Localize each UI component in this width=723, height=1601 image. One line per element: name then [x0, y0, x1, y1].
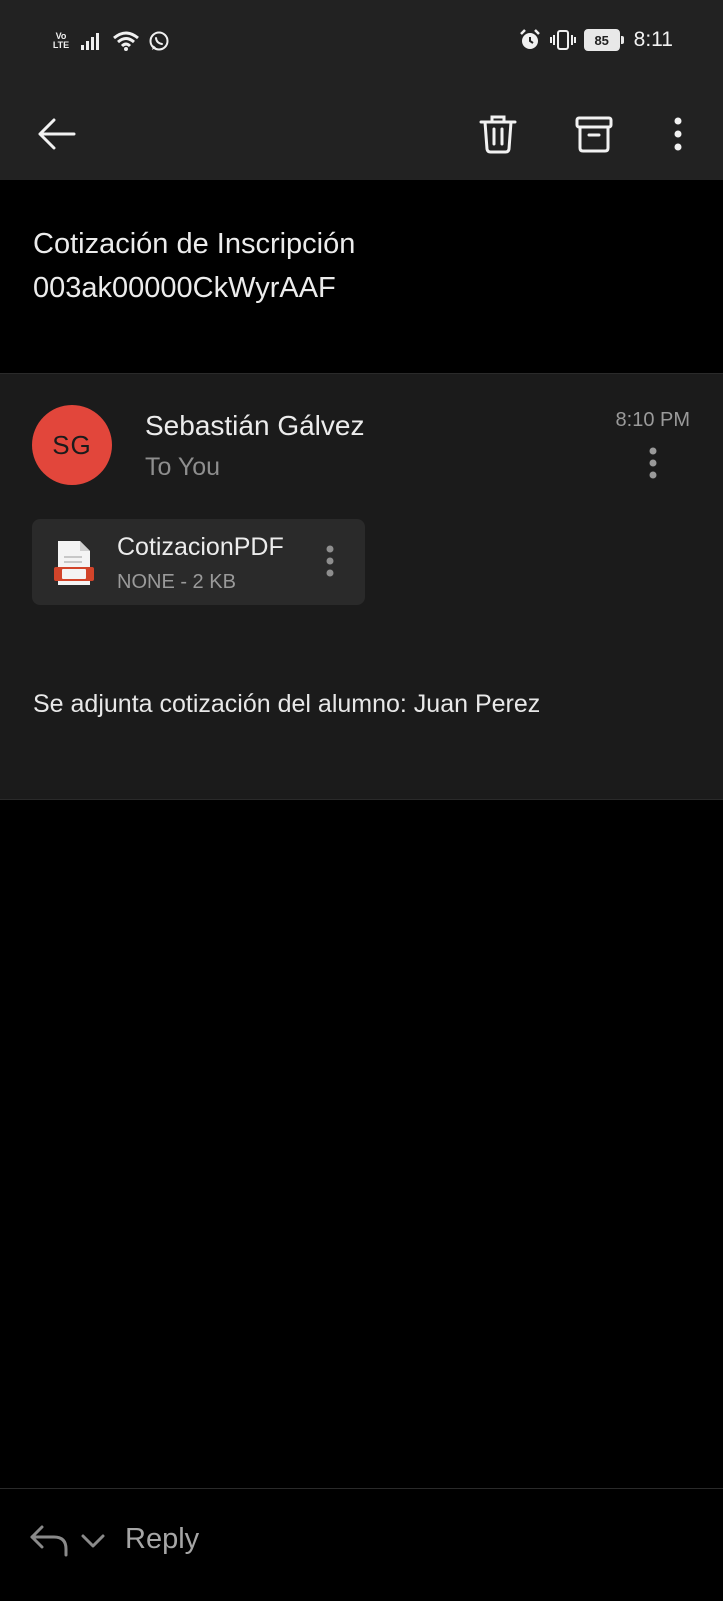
- chevron-down-icon[interactable]: [78, 1527, 108, 1555]
- pdf-file-icon: [54, 541, 94, 585]
- back-arrow-icon: [38, 118, 76, 150]
- archive-button[interactable]: [564, 104, 624, 164]
- battery-icon: 85: [583, 29, 624, 51]
- sender-name[interactable]: Sebastián Gálvez: [145, 410, 364, 442]
- whatsapp-icon: [149, 31, 169, 51]
- vibrate-icon: [549, 30, 576, 50]
- delete-button[interactable]: [468, 104, 528, 164]
- signal-icon: [81, 33, 99, 50]
- status-right: 85 8:11: [518, 28, 673, 52]
- email-subject: Cotización de Inscripción 003ak00000CkWy…: [33, 228, 356, 304]
- volte-indicator: Vo LTE: [50, 32, 72, 50]
- status-left: Vo LTE: [50, 30, 170, 52]
- more-vertical-icon: [326, 545, 334, 577]
- status-time: 8:11: [633, 28, 673, 51]
- attachment-name: CotizacionPDF: [117, 533, 284, 561]
- top-app-bar: [0, 88, 723, 180]
- recipient-line[interactable]: To You: [145, 453, 220, 482]
- volte-lte-label: LTE: [52, 40, 70, 50]
- message-time: 8:10 PM: [615, 409, 690, 431]
- attachment-chip[interactable]: CotizacionPDF NONE - 2 KB: [32, 519, 365, 605]
- attachment-more-button[interactable]: [315, 539, 345, 583]
- overflow-menu-button[interactable]: [648, 104, 708, 164]
- attachment-meta: NONE - 2 KB: [117, 571, 236, 593]
- wifi-icon: [113, 31, 139, 51]
- reply-bar[interactable]: Reply: [0, 1488, 723, 1601]
- archive-icon: [575, 116, 613, 153]
- back-button[interactable]: [26, 104, 86, 164]
- status-bar: Vo LTE 85 8:11: [0, 0, 723, 88]
- email-body: Se adjunta cotización del alumno: Juan P…: [33, 690, 541, 718]
- more-vertical-icon: [674, 117, 682, 151]
- trash-icon: [479, 115, 517, 154]
- alarm-icon: [519, 29, 540, 49]
- message-more-button[interactable]: [638, 443, 668, 483]
- more-vertical-icon: [649, 447, 657, 479]
- reply-icon[interactable]: [28, 1521, 72, 1561]
- battery-level: 85: [594, 32, 609, 48]
- avatar[interactable]: SG: [32, 405, 112, 485]
- reply-button[interactable]: Reply: [125, 1523, 199, 1556]
- avatar-initials: SG: [52, 429, 92, 460]
